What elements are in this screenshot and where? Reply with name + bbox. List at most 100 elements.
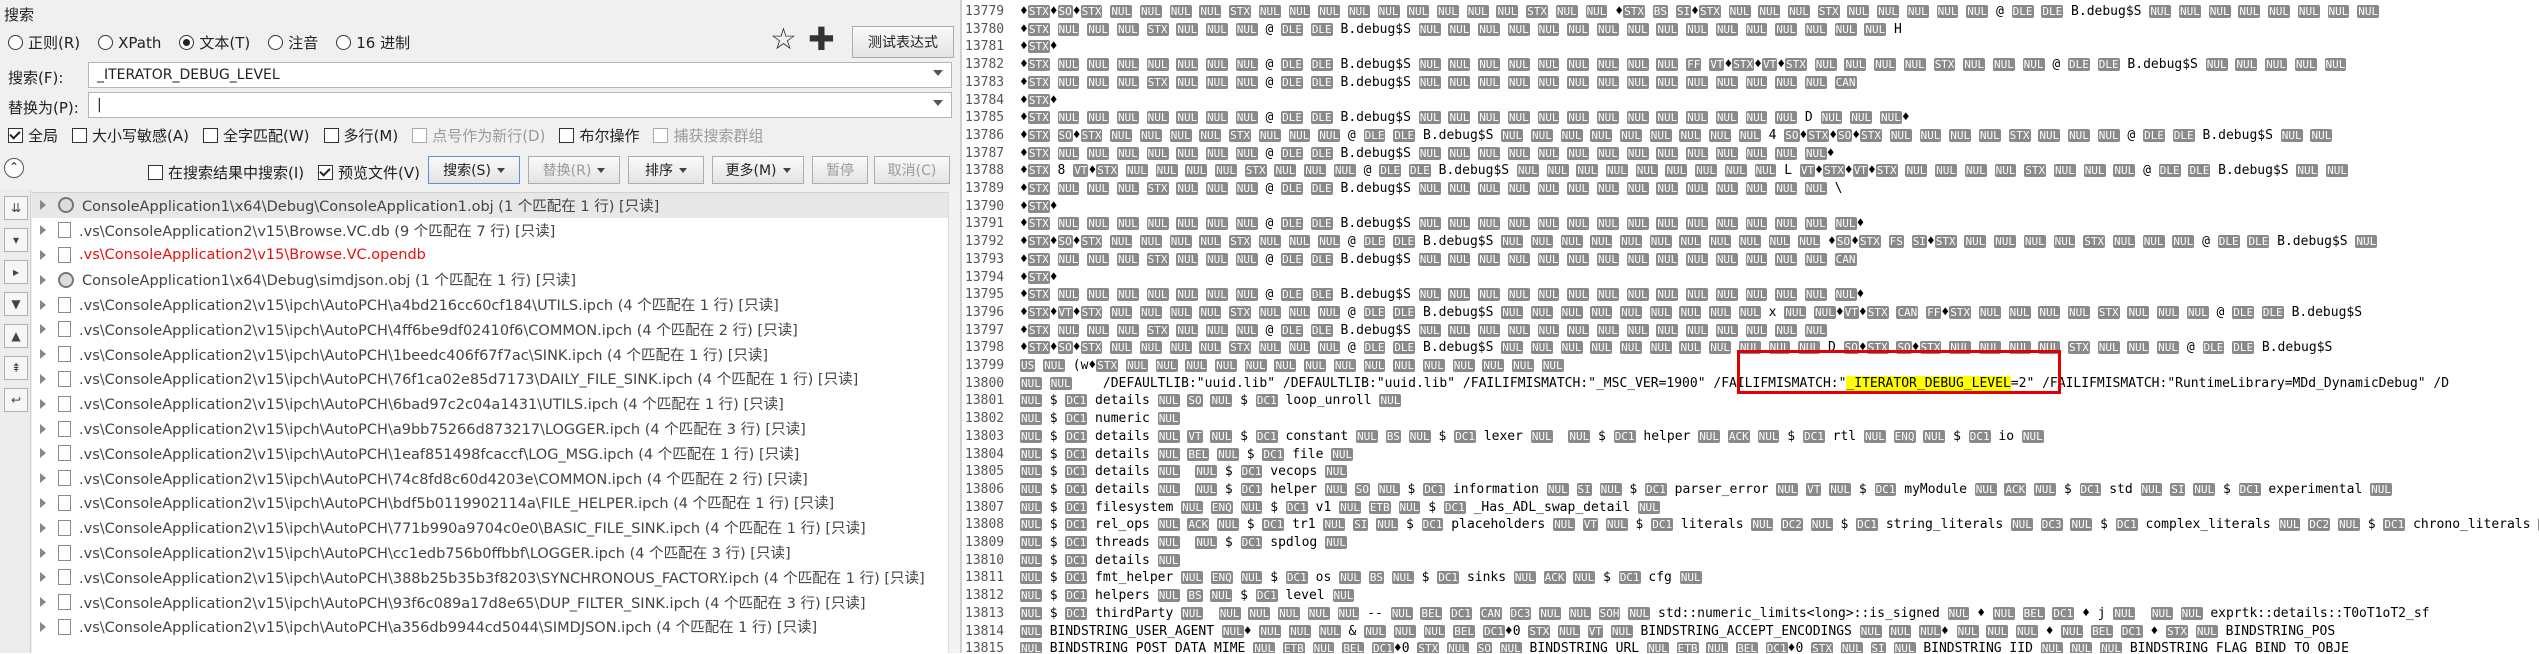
search-mode-option[interactable]: 注音 bbox=[268, 32, 318, 53]
option-checkbox[interactable] bbox=[559, 128, 575, 143]
replace-button[interactable]: 替换(R) bbox=[528, 156, 620, 184]
mode-radio[interactable] bbox=[98, 35, 114, 50]
search-in-results-option[interactable]: 在搜索结果中搜索(I) bbox=[148, 162, 304, 183]
result-row[interactable]: .vs\ConsoleApplication2\v15\ipch\AutoPCH… bbox=[32, 292, 960, 317]
sort-button[interactable]: 排序 bbox=[628, 156, 704, 184]
result-row[interactable]: .vs\ConsoleApplication2\v15\ipch\AutoPCH… bbox=[32, 342, 960, 367]
code-line: NUL $ DC1 details NUL bbox=[1020, 552, 1180, 568]
move-up-icon[interactable]: ▲ bbox=[4, 324, 28, 348]
search-history-dropdown-icon[interactable] bbox=[933, 70, 943, 76]
result-row[interactable]: .vs\ConsoleApplication2\v15\ipch\AutoPCH… bbox=[32, 491, 960, 516]
search-mode-option[interactable]: 16 进制 bbox=[336, 32, 410, 53]
result-row[interactable]: ConsoleApplication1\x64\Debug\ConsoleApp… bbox=[32, 193, 960, 218]
search-dropdown-icon[interactable] bbox=[496, 167, 505, 173]
expand-arrow-icon[interactable] bbox=[40, 572, 46, 583]
undo-icon[interactable]: ↩ bbox=[4, 388, 28, 412]
expand-arrow-icon[interactable] bbox=[40, 621, 46, 632]
expand-arrow-icon[interactable] bbox=[40, 249, 46, 260]
expand-arrow-icon[interactable] bbox=[40, 349, 46, 360]
result-row[interactable]: .vs\ConsoleApplication2\v15\ipch\AutoPCH… bbox=[32, 317, 960, 342]
panel-title: 搜索 bbox=[4, 6, 35, 24]
result-row[interactable]: .vs\ConsoleApplication2\v15\ipch\AutoPCH… bbox=[32, 367, 960, 392]
favorite-star-icon[interactable]: ☆ bbox=[770, 22, 797, 57]
expand-arrow-icon[interactable] bbox=[40, 200, 46, 211]
result-path: .vs\ConsoleApplication2\v15\Browse.VC.db… bbox=[79, 223, 556, 240]
search-option[interactable]: 多行(M) bbox=[323, 125, 398, 146]
mode-radio[interactable] bbox=[268, 35, 284, 50]
preview-file-checkbox[interactable] bbox=[318, 165, 333, 180]
result-path: .vs\ConsoleApplication2\v15\ipch\AutoPCH… bbox=[79, 471, 808, 488]
sort-dropdown-icon[interactable] bbox=[679, 167, 687, 173]
search-option[interactable]: 全局 bbox=[8, 125, 58, 146]
result-row[interactable]: .vs\ConsoleApplication2\v15\ipch\AutoPCH… bbox=[32, 441, 960, 466]
code-line: US NUL (w♦STX NUL NUL NUL NUL NUL NUL NU… bbox=[1020, 358, 1564, 373]
mode-radio[interactable] bbox=[8, 35, 23, 50]
add-favorite-icon[interactable]: ✚ bbox=[808, 20, 835, 58]
search-option[interactable]: 全字匹配(W) bbox=[202, 125, 310, 146]
collapse-all-icon[interactable]: ▾ bbox=[4, 228, 28, 252]
search-label: 搜索(F): bbox=[8, 69, 64, 87]
code-line: NUL $ DC1 helpers NUL BS NUL $ DC1 level… bbox=[1020, 588, 1355, 604]
search-mode-option[interactable]: XPath bbox=[98, 34, 161, 52]
option-checkbox[interactable] bbox=[72, 128, 88, 143]
result-row[interactable]: .vs\ConsoleApplication2\v15\ipch\AutoPCH… bbox=[32, 540, 960, 565]
code-line: ♦STX NUL NUL NUL NUL NUL NUL NUL @ DLE D… bbox=[1020, 287, 1865, 303]
expand-arrow-icon[interactable] bbox=[40, 473, 46, 484]
editor-content: 13779 ♦STX♦SO♦STX NUL NUL NUL NUL STX NUL… bbox=[962, 0, 2539, 653]
search-mode-option[interactable]: 正则(R) bbox=[8, 32, 80, 53]
expand-arrow-icon[interactable] bbox=[40, 398, 46, 409]
search-mode-option[interactable]: 文本(T) bbox=[179, 32, 250, 53]
result-row[interactable]: ConsoleApplication1\x64\Debug\simdjson.o… bbox=[32, 267, 960, 292]
option-checkbox[interactable] bbox=[323, 128, 339, 143]
more-button[interactable]: 更多(M) bbox=[712, 156, 804, 184]
expand-arrow-icon[interactable] bbox=[40, 597, 46, 608]
result-row[interactable]: .vs\ConsoleApplication2\v15\ipch\AutoPCH… bbox=[32, 416, 960, 441]
collapse-options-icon[interactable]: ⌃ bbox=[4, 158, 24, 178]
move-down-icon[interactable]: ▼ bbox=[4, 292, 28, 316]
result-row[interactable]: .vs\ConsoleApplication2\v15\ipch\AutoPCH… bbox=[32, 466, 960, 491]
line-number: 13803 bbox=[965, 428, 1005, 444]
search-option[interactable]: 布尔操作 bbox=[559, 125, 639, 146]
result-row[interactable]: .vs\ConsoleApplication2\v15\ipch\AutoPCH… bbox=[32, 590, 960, 615]
result-path: .vs\ConsoleApplication2\v15\ipch\AutoPCH… bbox=[79, 446, 800, 463]
expand-arrow-icon[interactable] bbox=[40, 324, 46, 335]
expand-arrow-icon[interactable] bbox=[40, 274, 46, 285]
expand-all-icon[interactable]: ⇊ bbox=[4, 196, 28, 220]
move-top-icon[interactable]: ⇞ bbox=[4, 356, 28, 380]
replace-input[interactable]: | bbox=[88, 92, 952, 118]
search-option[interactable]: 大小写敏感(A) bbox=[72, 125, 189, 146]
search-input[interactable]: _ITERATOR_DEBUG_LEVEL bbox=[88, 62, 952, 88]
mode-radio[interactable] bbox=[179, 35, 195, 50]
expand-arrow-icon[interactable] bbox=[40, 373, 46, 384]
cancel-button[interactable]: 取消(C) bbox=[874, 156, 950, 184]
result-row[interactable]: .vs\ConsoleApplication2\v15\ipch\AutoPCH… bbox=[32, 615, 960, 640]
result-row[interactable]: .vs\ConsoleApplication2\v15\ipch\AutoPCH… bbox=[32, 565, 960, 590]
result-row[interactable]: .vs\ConsoleApplication2\v15\ipch\AutoPCH… bbox=[32, 515, 960, 540]
expand-arrow-icon[interactable] bbox=[40, 547, 46, 558]
search-button[interactable]: 搜索(S) bbox=[428, 156, 520, 184]
more-dropdown-icon[interactable] bbox=[782, 167, 791, 173]
result-row[interactable]: .vs\ConsoleApplication2\v15\ipch\AutoPCH… bbox=[32, 391, 960, 416]
next-result-icon[interactable]: ▸ bbox=[4, 260, 28, 284]
expand-arrow-icon[interactable] bbox=[40, 423, 46, 434]
expand-arrow-icon[interactable] bbox=[40, 299, 46, 310]
expand-arrow-icon[interactable] bbox=[40, 225, 46, 236]
result-row[interactable]: .vs\ConsoleApplication2\v15\Browse.VC.op… bbox=[32, 243, 960, 268]
search-in-results-checkbox[interactable] bbox=[148, 165, 163, 180]
result-row[interactable]: .vs\ConsoleApplication2\v15\Browse.VC.db… bbox=[32, 218, 960, 243]
result-path: .vs\ConsoleApplication2\v15\ipch\AutoPCH… bbox=[79, 298, 779, 315]
option-checkbox[interactable] bbox=[202, 128, 218, 143]
result-path: .vs\ConsoleApplication2\v15\ipch\AutoPCH… bbox=[79, 496, 835, 513]
expand-arrow-icon[interactable] bbox=[40, 497, 46, 508]
option-checkbox bbox=[653, 128, 669, 143]
hex-text-editor[interactable]: 13779 ♦STX♦SO♦STX NUL NUL NUL NUL STX NUL… bbox=[960, 0, 2539, 653]
replace-dropdown-icon[interactable] bbox=[597, 167, 606, 173]
expand-arrow-icon[interactable] bbox=[40, 448, 46, 459]
preview-file-option[interactable]: 预览文件(V) bbox=[318, 162, 420, 183]
expand-arrow-icon[interactable] bbox=[40, 522, 46, 533]
mode-radio[interactable] bbox=[336, 35, 352, 50]
test-expression-button[interactable]: 测试表达式 bbox=[852, 26, 954, 58]
pause-button[interactable]: 暂停 bbox=[812, 156, 868, 184]
replace-history-dropdown-icon[interactable] bbox=[933, 100, 943, 106]
option-checkbox[interactable] bbox=[8, 128, 23, 143]
